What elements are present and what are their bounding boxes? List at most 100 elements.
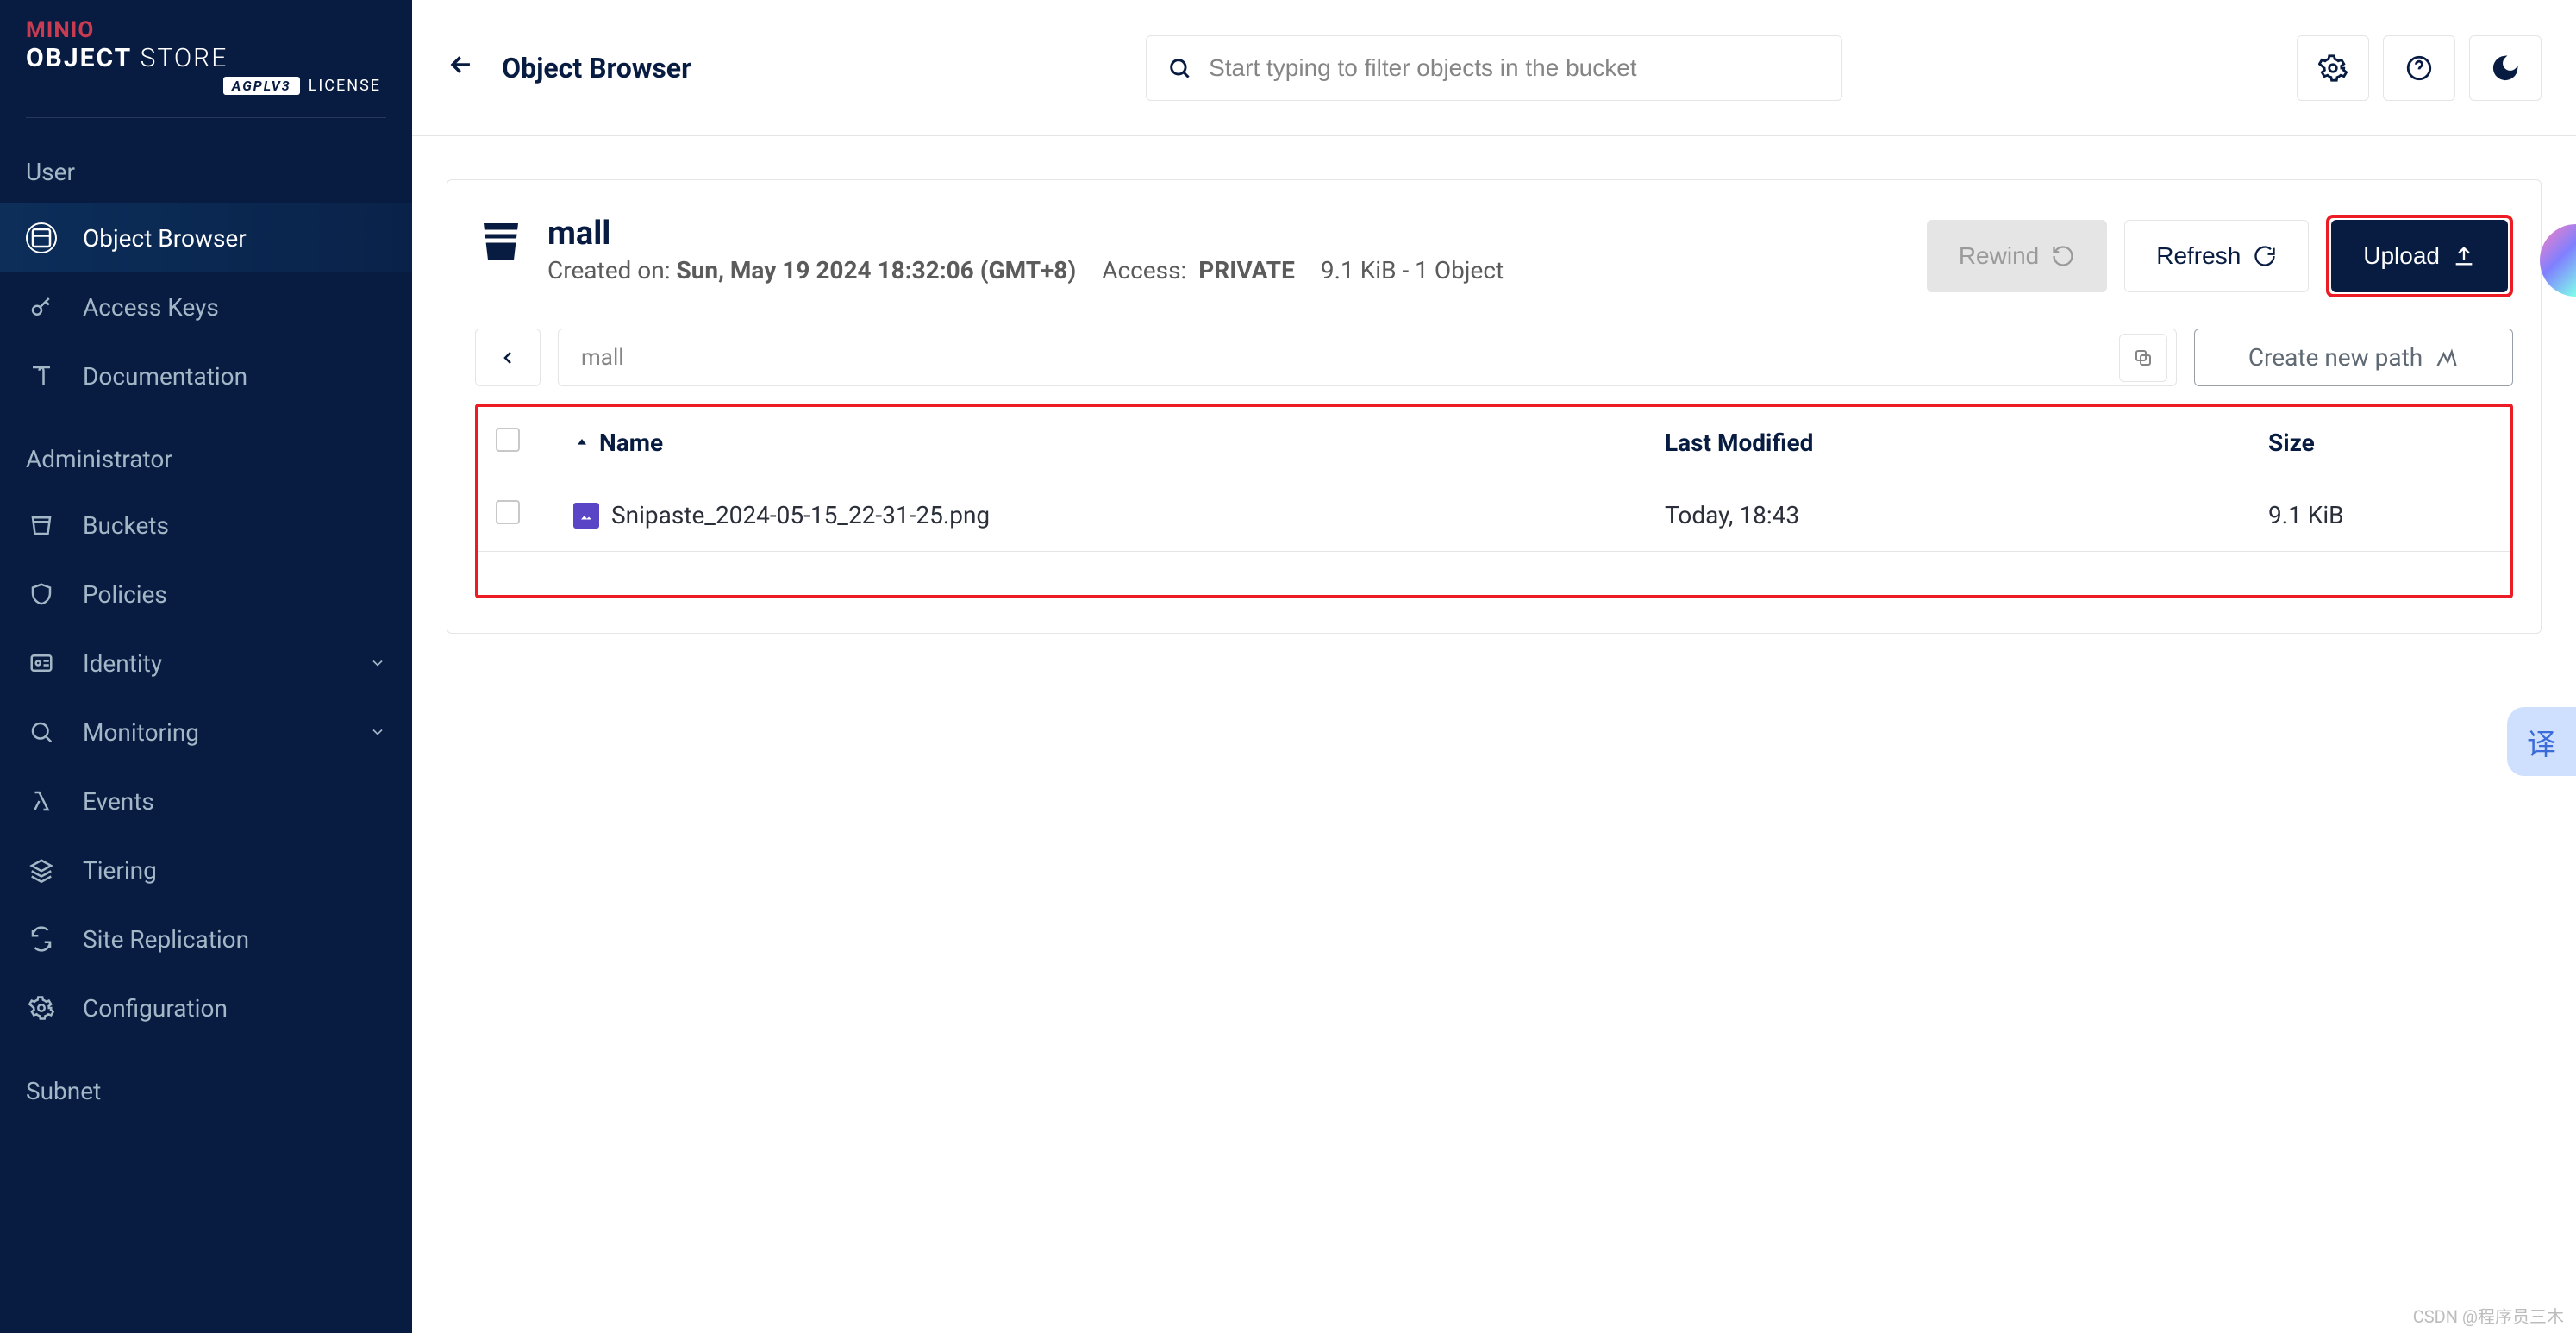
- created-on: Created on: Sun, May 19 2024 18:32:06 (G…: [547, 256, 1076, 285]
- column-size[interactable]: Size: [2268, 429, 2492, 457]
- gear-icon: [26, 992, 57, 1023]
- license-text: LICENSE: [309, 77, 381, 95]
- object-table: Name Last Modified Size Snipaste: [478, 407, 2510, 552]
- sidebar-item-policies[interactable]: Policies: [0, 560, 412, 629]
- sidebar-item-documentation[interactable]: Documentation: [0, 341, 412, 410]
- divider: [26, 117, 386, 118]
- button-label: Rewind: [1959, 242, 2039, 270]
- breadcrumb-back-button[interactable]: [475, 329, 541, 386]
- column-name[interactable]: Name: [573, 429, 1665, 457]
- bucket-icon: [26, 510, 57, 541]
- lambda-icon: [26, 785, 57, 817]
- book-icon: [26, 360, 57, 391]
- sidebar-item-monitoring[interactable]: Monitoring: [0, 698, 412, 767]
- nav-section-administrator: Administrator Buckets Policies Identity …: [0, 419, 412, 1051]
- nav-section-subnet-title: Subnet: [0, 1060, 412, 1123]
- sidebar-item-buckets[interactable]: Buckets: [0, 491, 412, 560]
- theme-toggle-button[interactable]: [2469, 35, 2542, 101]
- sidebar-item-label: Tiering: [83, 856, 157, 885]
- search-icon: [26, 717, 57, 748]
- sidebar-item-label: Buckets: [83, 511, 169, 540]
- license-badge: AGPLV3: [223, 77, 300, 95]
- sidebar-item-label: Policies: [83, 580, 167, 609]
- key-icon: [26, 291, 57, 322]
- moon-icon: [2491, 53, 2520, 83]
- table-highlight: Name Last Modified Size Snipaste: [475, 404, 2513, 598]
- upload-button[interactable]: Upload: [2331, 220, 2508, 292]
- file-name: Snipaste_2024-05-15_22-31-25.png: [611, 501, 990, 529]
- refresh-icon: [2253, 244, 2277, 268]
- search-icon: [1167, 55, 1191, 81]
- translate-button[interactable]: 译: [2507, 707, 2576, 776]
- breadcrumb[interactable]: mall: [558, 329, 2177, 386]
- column-name-label: Name: [599, 429, 663, 457]
- file-size: 9.1 KiB: [2268, 501, 2492, 529]
- sidebar-item-identity[interactable]: Identity: [0, 629, 412, 698]
- id-icon: [26, 648, 57, 679]
- sidebar: MINIO OBJECT STORE AGPLV3 LICENSE User O…: [0, 0, 412, 1333]
- help-button[interactable]: [2383, 35, 2455, 101]
- button-label: Upload: [2363, 242, 2440, 270]
- logo: MINIO OBJECT STORE AGPLV3 LICENSE: [0, 0, 412, 103]
- column-modified[interactable]: Last Modified: [1665, 429, 2268, 457]
- brand-license: AGPLV3 LICENSE: [26, 77, 386, 95]
- search-input[interactable]: [1209, 54, 1821, 82]
- topbar: Object Browser: [412, 0, 2576, 136]
- gear-icon: [2318, 53, 2348, 83]
- sidebar-item-access-keys[interactable]: Access Keys: [0, 272, 412, 341]
- sidebar-item-object-browser[interactable]: Object Browser: [0, 203, 412, 272]
- sidebar-item-label: Events: [83, 787, 154, 816]
- access: Access: PRIVATE: [1102, 256, 1295, 285]
- object-browser-icon: [26, 222, 57, 253]
- sidebar-item-label: Object Browser: [83, 224, 247, 253]
- watermark: CSDN @程序员三木: [2413, 1303, 2564, 1328]
- main: Object Browser mall: [412, 0, 2576, 1333]
- upload-icon: [2452, 244, 2476, 268]
- new-path-icon: [2435, 346, 2459, 370]
- nav-section-subnet: Subnet: [0, 1051, 412, 1131]
- bucket-stats: 9.1 KiB - 1 Object: [1321, 256, 1504, 285]
- sidebar-item-label: Access Keys: [83, 293, 219, 322]
- sidebar-item-label: Monitoring: [83, 718, 199, 747]
- copy-path-button[interactable]: [2119, 334, 2167, 382]
- sidebar-item-tiering[interactable]: Tiering: [0, 835, 412, 904]
- sidebar-item-site-replication[interactable]: Site Replication: [0, 904, 412, 973]
- sidebar-item-label: Identity: [83, 649, 162, 678]
- sidebar-item-label: Configuration: [83, 994, 228, 1023]
- brand-main: OBJECT STORE: [26, 43, 386, 73]
- brand-top: MINIO: [26, 17, 386, 43]
- table-row[interactable]: Snipaste_2024-05-15_22-31-25.png Today, …: [478, 479, 2510, 552]
- upload-highlight: Upload: [2326, 215, 2513, 297]
- layers-icon: [26, 854, 57, 886]
- breadcrumb-text: mall: [581, 345, 624, 371]
- page-title: Object Browser: [502, 52, 691, 84]
- content: mall Created on: Sun, May 19 2024 18:32:…: [412, 136, 2576, 1333]
- bucket-name: mall: [547, 215, 1906, 253]
- table-header: Name Last Modified Size: [478, 407, 2510, 479]
- button-label: Create new path: [2248, 343, 2423, 372]
- sidebar-item-configuration[interactable]: Configuration: [0, 973, 412, 1042]
- sidebar-item-events[interactable]: Events: [0, 767, 412, 835]
- nav-section-admin-title: Administrator: [0, 428, 412, 491]
- search-field[interactable]: [1146, 35, 1842, 101]
- chevron-down-icon: [369, 649, 386, 678]
- replication-icon: [26, 923, 57, 954]
- sidebar-item-label: Documentation: [83, 362, 247, 391]
- shield-icon: [26, 579, 57, 610]
- bucket-large-icon: [475, 215, 527, 266]
- chevron-down-icon: [369, 718, 386, 747]
- bucket-panel: mall Created on: Sun, May 19 2024 18:32:…: [447, 179, 2542, 634]
- create-new-path-button[interactable]: Create new path: [2194, 329, 2513, 386]
- nav-section-user-title: User: [0, 141, 412, 203]
- back-arrow-icon[interactable]: [447, 50, 476, 86]
- file-modified: Today, 18:43: [1665, 501, 2268, 529]
- row-checkbox[interactable]: [496, 500, 520, 524]
- sidebar-item-label: Site Replication: [83, 925, 249, 954]
- button-label: Refresh: [2156, 242, 2241, 270]
- rewind-icon: [2051, 244, 2075, 268]
- rewind-button: Rewind: [1927, 220, 2107, 292]
- select-all-checkbox[interactable]: [496, 428, 520, 452]
- settings-button[interactable]: [2297, 35, 2369, 101]
- copy-icon: [2133, 347, 2154, 368]
- refresh-button[interactable]: Refresh: [2124, 220, 2309, 292]
